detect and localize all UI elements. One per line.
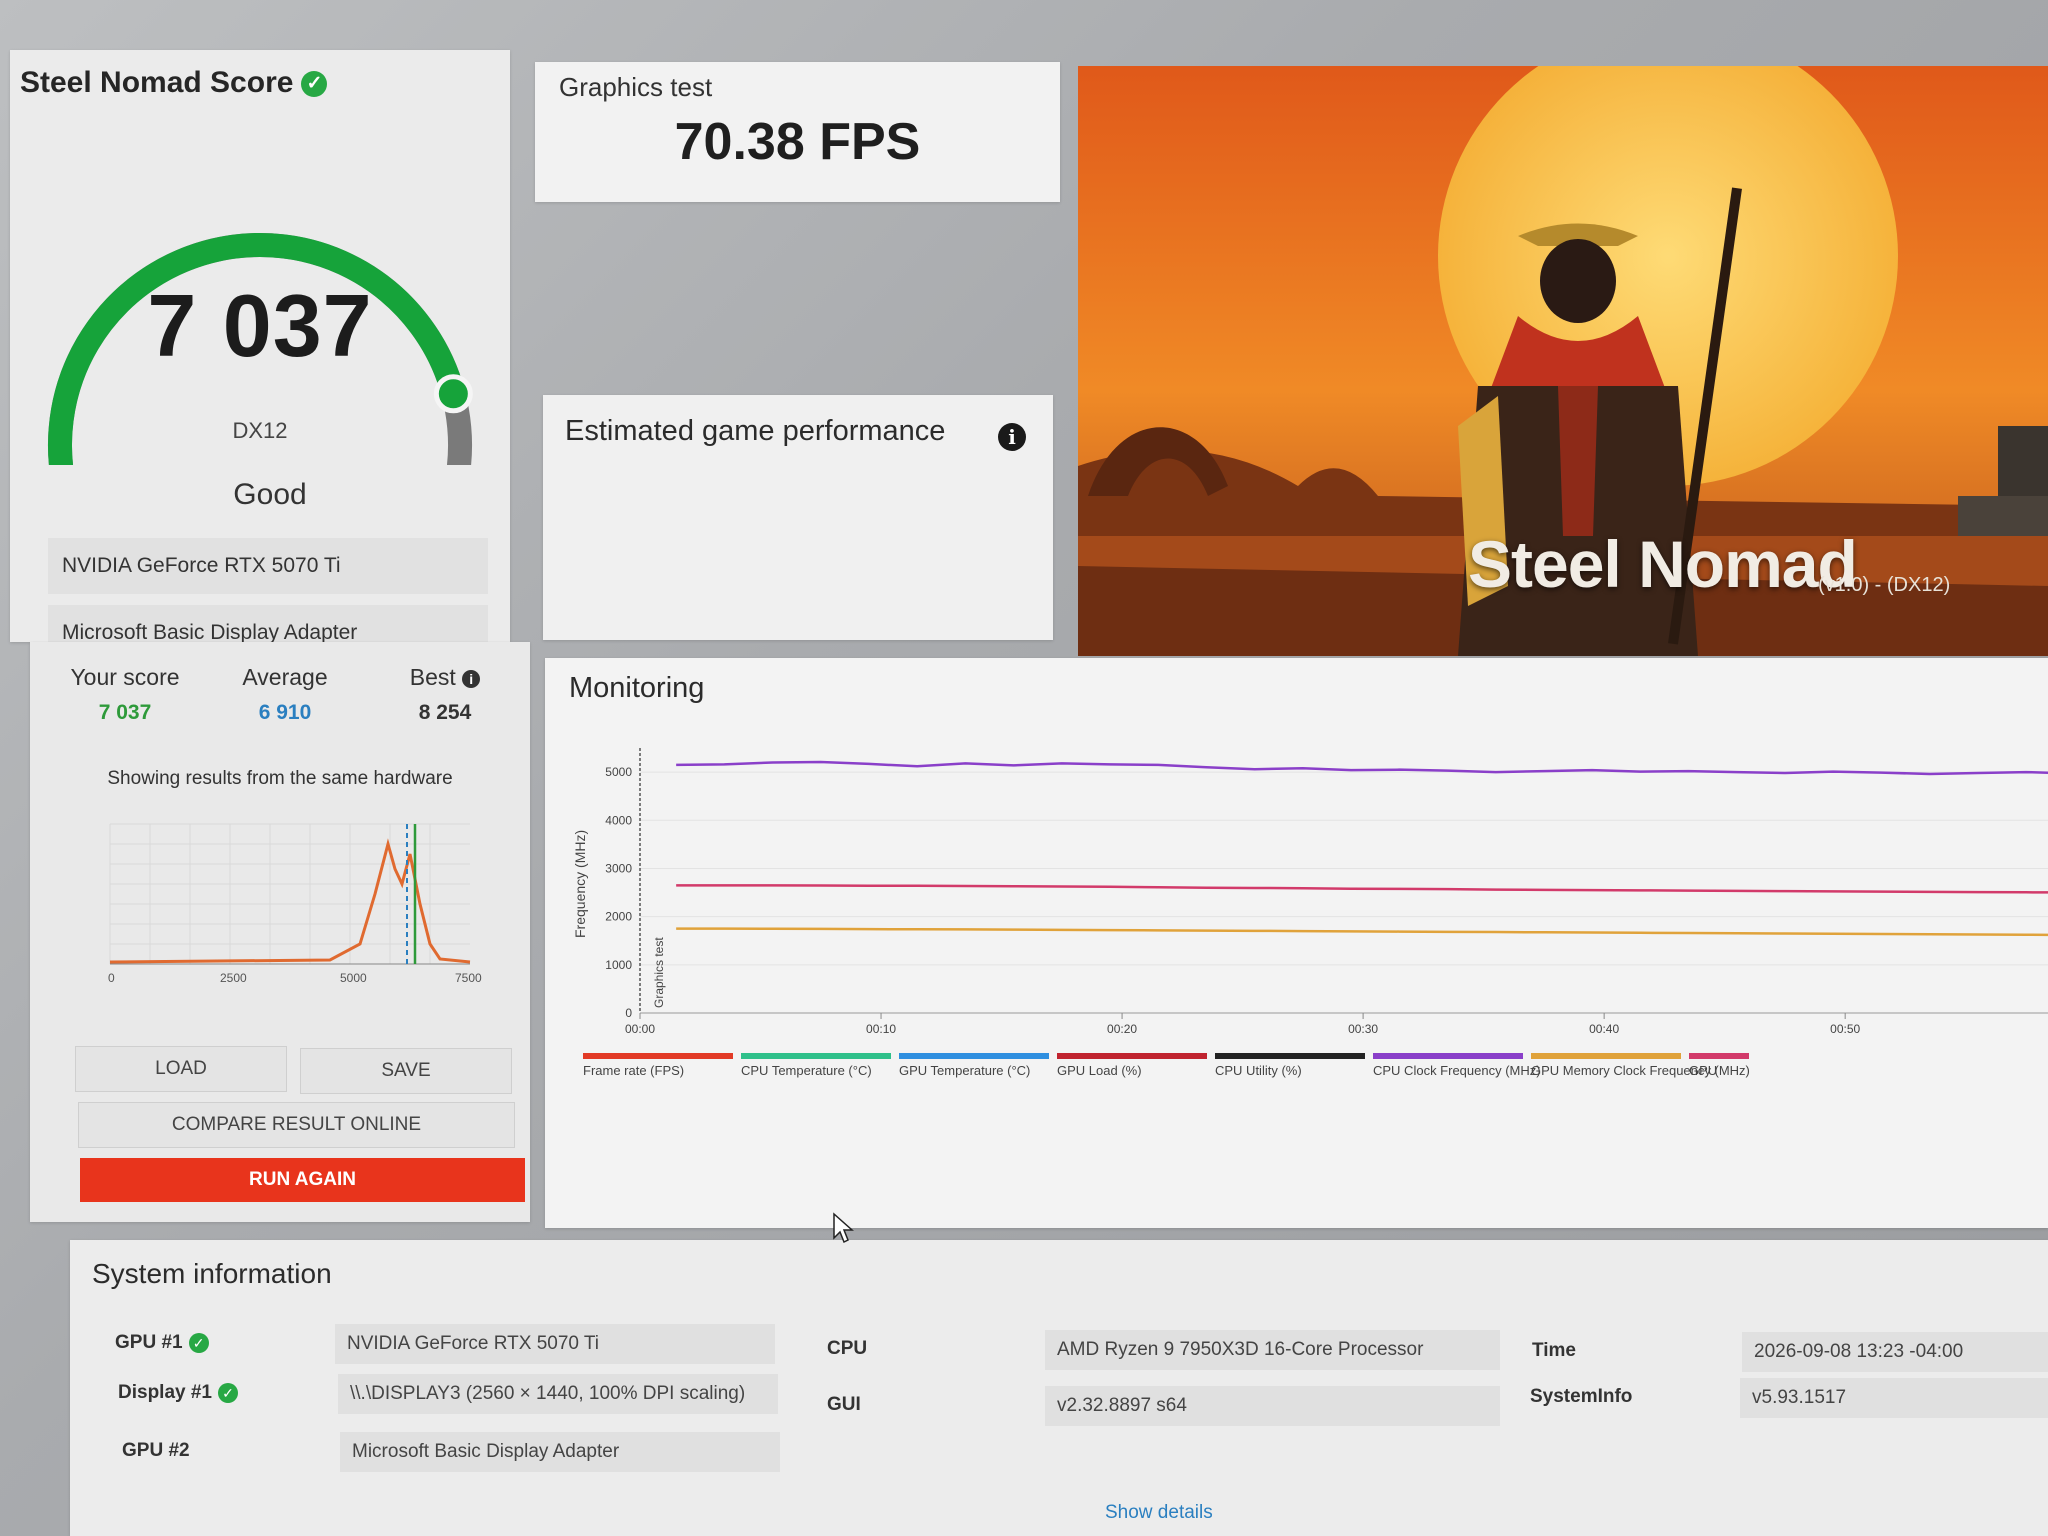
x-tick-label: 00:40 <box>1589 1022 1619 1036</box>
load-button[interactable]: LOAD <box>75 1046 287 1092</box>
dist-tick-2500: 2500 <box>220 971 247 984</box>
series-line-gpu-clock-frequency-mhz- <box>676 884 2048 894</box>
show-details-link[interactable]: Show details <box>1105 1502 1213 1524</box>
legend-swatch <box>1215 1053 1365 1059</box>
legend-label: GPU Load (%) <box>1057 1063 1142 1078</box>
hardware-gpu-row: NVIDIA GeForce RTX 5070 Ti <box>48 538 488 594</box>
x-tick-label: 00:00 <box>625 1022 655 1036</box>
y-tick-label: 1000 <box>605 958 632 972</box>
cpu-value: AMD Ryzen 9 7950X3D 16-Core Processor <box>1045 1330 1500 1370</box>
monitoring-chart: Graphics test Frequency (MHz) 0 1000 2000 3… <box>572 748 2048 1078</box>
display1-value: \\.\DISPLAY3 (2560 × 1440, 100% DPI scal… <box>338 1374 778 1414</box>
hero-title: Steel Nomad <box>1468 527 1858 601</box>
best-score: Best i 8 254 <box>370 664 520 725</box>
legend-label: GPU <box>1689 1063 1717 1078</box>
your-score-label: Your score <box>70 664 180 690</box>
display1-key: Display #1 ✓ <box>118 1382 238 1404</box>
systeminfo-key: SystemInfo <box>1530 1386 1633 1407</box>
systeminfo-value: v5.93.1517 <box>1740 1378 2048 1418</box>
gpu2-value: Microsoft Basic Display Adapter <box>340 1432 780 1472</box>
save-button[interactable]: SAVE <box>300 1048 512 1094</box>
score-api: DX12 <box>232 418 288 443</box>
cpu-key: CPU <box>827 1338 868 1359</box>
dist-tick-7500: 7500 <box>455 971 482 984</box>
legend-label: CPU Temperature (°C) <box>741 1063 872 1078</box>
average-score-value: 6 910 <box>258 701 312 724</box>
time-key: Time <box>1532 1340 1577 1361</box>
score-panel: Steel Nomad Score ✓ 7 037 DX12 Good NVIDI… <box>10 50 510 661</box>
compare-panel: Your score 7 037 Average 6 910 Best i 8 … <box>30 642 530 1222</box>
gpu2-key: GPU #2 <box>122 1440 190 1461</box>
benchmark-hero-image: Steel Nomad (v1.0) - (DX12) <box>1078 66 2048 656</box>
gui-key: GUI <box>827 1394 861 1415</box>
verified-check-icon: ✓ <box>301 71 328 98</box>
legend-swatch <box>1531 1053 1681 1059</box>
run-again-button[interactable]: RUN AGAIN <box>80 1158 525 1202</box>
mouse-cursor-icon <box>833 1212 854 1244</box>
monitoring-title: Monitoring <box>569 672 705 704</box>
graphics-test-panel: Graphics test 70.38 FPS <box>535 62 1060 202</box>
graphics-test-marker-label: Graphics test <box>652 937 666 1008</box>
gpu1-key: GPU #1 ✓ <box>115 1332 209 1354</box>
system-information-title: System information <box>92 1258 332 1289</box>
legend-swatch <box>1057 1053 1207 1059</box>
estimated-performance-title: Estimated game performance <box>565 415 946 447</box>
estimated-performance-panel: Estimated game performance i <box>543 395 1053 640</box>
y-tick-label: 0 <box>625 1006 632 1020</box>
verified-check-icon: ✓ <box>188 1332 209 1353</box>
dist-tick-0: 0 <box>108 971 115 984</box>
best-score-label: Best <box>409 664 456 690</box>
y-tick-label: 2000 <box>605 910 632 924</box>
same-hardware-note: Showing results from the same hardware <box>107 768 453 789</box>
legend-label: Frame rate (FPS) <box>583 1063 684 1078</box>
y-tick-label: 4000 <box>605 813 632 827</box>
gauge-knob <box>433 374 473 414</box>
legend-label: GPU Temperature (°C) <box>899 1063 1030 1078</box>
info-icon[interactable]: i <box>462 669 481 688</box>
y-axis-label: Frequency (MHz) <box>572 830 588 938</box>
x-tick-label: 00:50 <box>1830 1022 1860 1036</box>
score-value: 7 037 <box>147 276 373 375</box>
y-tick-label: 3000 <box>605 861 632 875</box>
average-score: Average 6 910 <box>210 664 360 725</box>
gpu1-value: NVIDIA GeForce RTX 5070 Ti <box>335 1324 775 1364</box>
graphics-test-value: 70.38 FPS <box>674 113 921 171</box>
your-score-value: 7 037 <box>98 701 152 724</box>
legend-swatch <box>1689 1053 1749 1059</box>
hero-version: (v1.0) - (DX12) <box>1818 574 1951 596</box>
monitoring-panel: Monitoring Graphics test Frequency (MHz)… <box>545 658 2048 1228</box>
legend-swatch <box>1373 1053 1523 1059</box>
system-information-panel: System information GPU #1 ✓ NVIDIA GeForc… <box>70 1240 2048 1536</box>
graphics-test-label: Graphics test <box>559 72 713 102</box>
score-title: Steel Nomad Score ✓ <box>20 66 328 100</box>
legend-label: CPU Clock Frequency (MHz) <box>1373 1063 1541 1078</box>
legend-swatch <box>899 1053 1049 1059</box>
verified-check-icon: ✓ <box>218 1382 238 1403</box>
y-tick-label: 5000 <box>605 765 632 779</box>
x-tick-label: 00:30 <box>1348 1022 1378 1036</box>
gui-value: v2.32.8897 s64 <box>1045 1386 1500 1426</box>
legend-label: CPU Utility (%) <box>1215 1063 1302 1078</box>
best-score-value: 8 254 <box>418 701 472 724</box>
info-icon[interactable]: i <box>998 423 1026 451</box>
legend-swatch <box>583 1053 733 1059</box>
compare-online-button[interactable]: COMPARE RESULT ONLINE <box>78 1102 515 1148</box>
score-rating: Good <box>233 478 307 511</box>
dist-tick-5000: 5000 <box>340 971 367 984</box>
legend-swatch <box>741 1053 891 1059</box>
average-score-label: Average <box>242 664 328 690</box>
time-value: 2026-09-08 13:23 -04:00 <box>1742 1332 2048 1372</box>
series-line-gpu-memory-clock-frequency-mhz- <box>676 927 2048 937</box>
your-score: Your score 7 037 <box>50 664 200 725</box>
x-tick-label: 00:20 <box>1107 1022 1137 1036</box>
x-tick-label: 00:10 <box>866 1022 896 1036</box>
score-distribution-chart: 0 2500 5000 7500 <box>108 823 482 984</box>
